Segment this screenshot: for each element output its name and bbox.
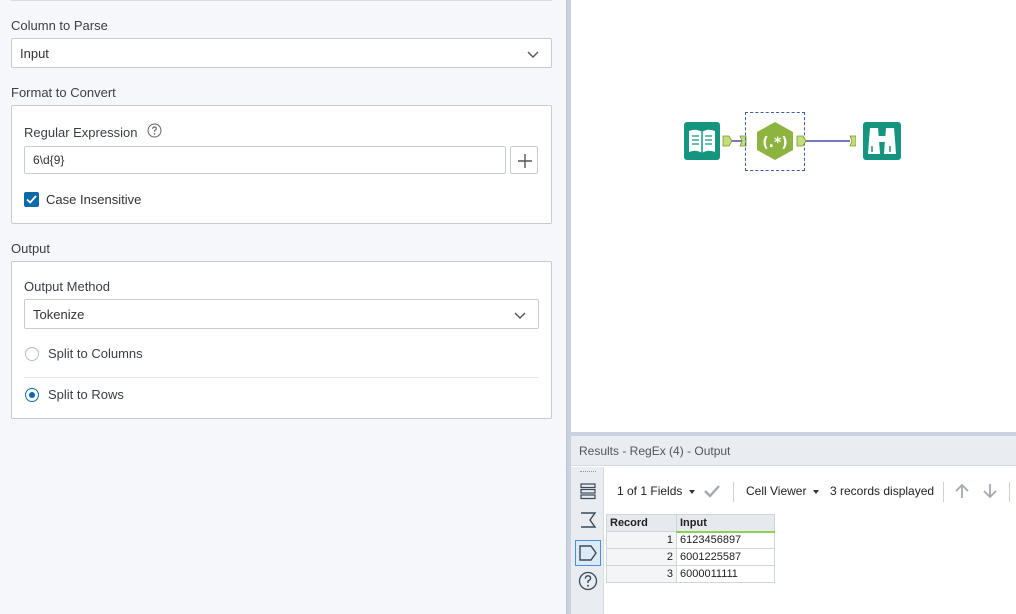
column-to-parse-label: Column to Parse: [11, 18, 108, 33]
column-to-parse-value: Input: [20, 46, 49, 61]
format-to-convert-label: Format to Convert: [11, 85, 116, 100]
results-title-bar: Results - RegEx (4) - Output: [571, 436, 1016, 466]
separator: [943, 482, 944, 502]
separator: [733, 482, 734, 502]
chevron-down-icon: [527, 51, 539, 58]
input-cell[interactable]: 6123456897: [676, 531, 775, 549]
results-panel: Results - RegEx (4) - Output 1 of 1 Fiel…: [571, 436, 1016, 614]
table-row[interactable]: 1 6123456897: [606, 531, 775, 549]
split-to-rows-radio[interactable]: [25, 388, 39, 402]
arrow-up-icon[interactable]: [953, 482, 971, 500]
results-toolbar: 1 of 1 Fields Cell Viewer 3 records disp…: [605, 474, 1016, 508]
arrow-down-icon[interactable]: [981, 482, 999, 500]
regex-tool-glyph: (.*): [762, 135, 787, 151]
results-table: Record Input 1 6123456897 2 6001225587 3…: [606, 514, 775, 583]
record-number: 1: [606, 531, 677, 549]
chevron-down-icon[interactable]: [689, 490, 695, 494]
split-to-columns-label: Split to Columns: [48, 346, 143, 361]
browse-tool[interactable]: [863, 122, 901, 160]
table-row[interactable]: 3 6000011111: [606, 565, 775, 583]
separator: [1009, 482, 1010, 502]
output-method-select[interactable]: Tokenize: [24, 299, 539, 329]
output-method-value: Tokenize: [33, 307, 85, 322]
input-cell[interactable]: 6000011111: [676, 565, 775, 583]
input-cell[interactable]: 6001225587: [676, 548, 775, 566]
summary-sigma-icon[interactable]: [578, 510, 598, 530]
record-number: 2: [606, 548, 677, 566]
output-label: Output: [11, 241, 51, 256]
insert-token-button[interactable]: [510, 146, 538, 174]
regex-value: 6\d{9}: [33, 153, 65, 167]
regex-input[interactable]: 6\d{9}: [24, 146, 506, 174]
record-number: 3: [606, 565, 677, 583]
plus-icon: [518, 154, 532, 168]
help-icon[interactable]: [578, 571, 598, 591]
results-title: Results - RegEx (4) - Output: [579, 444, 731, 458]
regex-tool[interactable]: (.*): [754, 121, 796, 161]
chevron-down-icon[interactable]: [813, 490, 819, 494]
split-to-columns-radio[interactable]: [25, 347, 39, 361]
table-row[interactable]: 2 6001225587: [606, 548, 775, 566]
fields-selector[interactable]: 1 of 1 Fields: [617, 484, 682, 498]
checkmark-icon: [26, 195, 37, 204]
chevron-down-icon: [514, 312, 526, 319]
column-to-parse-select[interactable]: Input: [11, 38, 552, 68]
output-group: Output Method Tokenize Split to Columns …: [11, 261, 552, 419]
format-to-convert-group: Regular Expression 6\d{9} Case Insensiti…: [11, 105, 552, 224]
input-data-tool[interactable]: [684, 122, 722, 160]
metadata-icon[interactable]: [575, 540, 601, 566]
case-insensitive-checkbox[interactable]: [24, 192, 39, 207]
column-header-record[interactable]: Record: [606, 514, 677, 532]
grip-handle[interactable]: [580, 471, 596, 473]
checkmark-icon[interactable]: [703, 482, 721, 500]
output-method-label: Output Method: [24, 279, 110, 294]
configuration-panel: Column to Parse Input Format to Convert …: [0, 0, 566, 614]
divider: [11, 0, 552, 1]
divider: [24, 377, 538, 378]
table-view-icon[interactable]: [578, 481, 598, 501]
results-sidebar: [571, 467, 604, 614]
tag-icon: [579, 545, 597, 561]
case-insensitive-label: Case Insensitive: [46, 192, 142, 207]
regular-expression-label: Regular Expression: [24, 125, 138, 140]
records-displayed: 3 records displayed: [830, 484, 935, 498]
help-icon[interactable]: [147, 123, 162, 138]
regex-output-connection[interactable]: [796, 134, 856, 148]
workflow-canvas[interactable]: (.*): [571, 0, 1016, 432]
cell-viewer-dropdown[interactable]: Cell Viewer: [746, 484, 806, 498]
column-header-input[interactable]: Input: [676, 514, 775, 533]
split-to-rows-label: Split to Rows: [48, 387, 124, 402]
